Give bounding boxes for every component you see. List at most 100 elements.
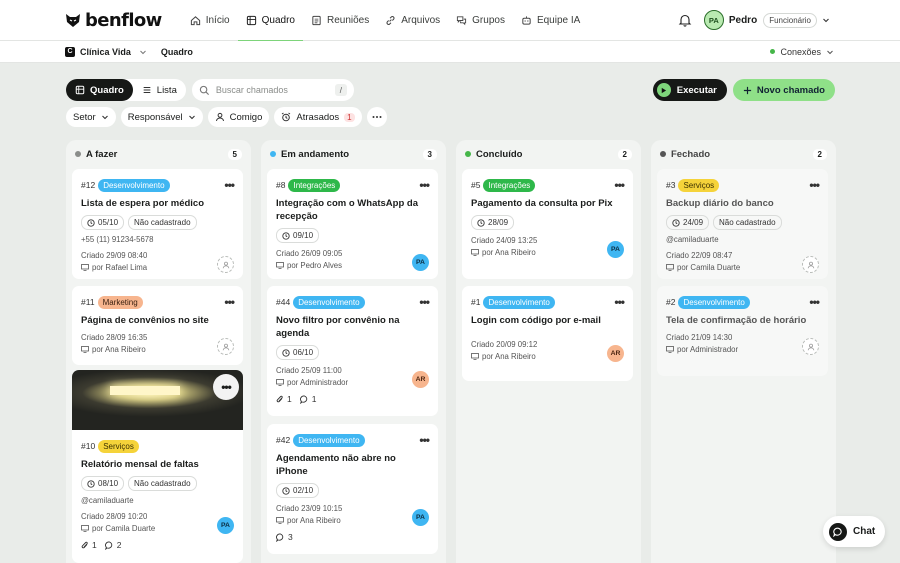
user-area: PA Pedro Funcionário xyxy=(678,10,830,30)
ticket-card-1[interactable]: #1 Desenvolvimento ••• Login com código … xyxy=(462,286,633,381)
created-by: por Ana Ribeiro xyxy=(482,352,536,361)
due-date-chip[interactable]: 24/09 xyxy=(666,215,710,230)
assignee-avatar[interactable]: AR xyxy=(607,345,624,362)
ticket-title: Novo filtro por convênio na agenda xyxy=(276,315,400,339)
contact-status-chip: Não cadastrado xyxy=(128,215,197,230)
assignee-avatar[interactable]: PA xyxy=(217,517,234,534)
card-menu-button[interactable]: ••• xyxy=(614,295,625,309)
nav-equipe-ia[interactable]: Equipe IA xyxy=(513,0,588,41)
ticket-id: #5 xyxy=(471,180,481,190)
user-name[interactable]: Pedro xyxy=(729,15,757,26)
created-by: por Camila Duarte xyxy=(92,524,156,533)
nav-reunioes[interactable]: Reuniões xyxy=(303,0,377,41)
due-date-chip[interactable]: 28/09 xyxy=(471,215,515,230)
due-date-chip[interactable]: 08/10 xyxy=(81,476,125,491)
column-dot xyxy=(660,151,666,157)
chevron-down-icon[interactable] xyxy=(822,16,830,24)
new-ticket-label: Novo chamado xyxy=(756,84,825,96)
search-input[interactable]: Buscar chamados / xyxy=(191,79,354,101)
ticket-id: #12 xyxy=(81,180,96,190)
comments-count[interactable]: 3 xyxy=(276,532,293,542)
ticket-card-8[interactable]: #8 Integrações ••• Integração com o What… xyxy=(267,169,438,279)
filter-owner[interactable]: Responsável xyxy=(120,107,203,127)
ticket-card-5[interactable]: #5 Integrações ••• Pagamento da consulta… xyxy=(462,169,633,279)
filter-late[interactable]: Atrasados 1 xyxy=(274,107,362,127)
due-date-chip[interactable]: 09/10 xyxy=(276,228,320,243)
execute-button[interactable]: Executar xyxy=(652,79,727,101)
due-date: 08/10 xyxy=(98,479,119,488)
ticket-card-42[interactable]: #42 Desenvolvimento ••• Agendamento não … xyxy=(267,424,438,554)
card-menu-button[interactable]: ••• xyxy=(809,178,820,192)
assign-user-button[interactable] xyxy=(802,256,819,273)
ticket-card-44[interactable]: #44 Desenvolvimento ••• Novo filtro por … xyxy=(267,286,438,416)
created-by: por Pedro Alves xyxy=(287,261,343,270)
assignee-avatar[interactable]: AR xyxy=(412,371,429,388)
assignee-avatar[interactable]: PA xyxy=(412,254,429,271)
clock-icon xyxy=(672,218,680,227)
ticket-id: #44 xyxy=(276,297,291,307)
category-tag: Desenvolvimento xyxy=(98,178,170,192)
due-date-chip[interactable]: 06/10 xyxy=(276,345,320,360)
ticket-card-2[interactable]: #2 Desenvolvimento ••• Tela de confirmaç… xyxy=(657,286,828,376)
card-menu-button[interactable]: ••• xyxy=(224,295,235,309)
comments-count[interactable]: 2 xyxy=(104,540,122,550)
card-menu-button[interactable]: ••• xyxy=(614,178,625,192)
user-avatar[interactable]: PA xyxy=(703,10,724,30)
ticket-title: Backup diário do banco xyxy=(666,198,774,209)
chat-button[interactable]: Chat xyxy=(823,516,885,547)
column-in-progress: Em andamento 3 #8 Integrações ••• Integr… xyxy=(261,140,446,563)
filter-bar: Setor Responsável Comigo Atrasados 1 xyxy=(66,107,387,127)
bell-icon[interactable] xyxy=(678,13,692,27)
assign-user-button[interactable] xyxy=(217,338,234,355)
assignee-avatar[interactable]: PA xyxy=(607,241,624,258)
contact-status-chip: Não cadastrado xyxy=(128,476,197,491)
ticket-title: Lista de espera por médico xyxy=(81,198,205,209)
card-menu-button[interactable]: ••• xyxy=(224,178,235,192)
nav-arquivos[interactable]: Arquivos xyxy=(377,0,448,41)
new-ticket-button[interactable]: Novo chamado xyxy=(732,79,835,101)
due-date: 24/09 xyxy=(683,218,704,227)
attachments-count[interactable]: 1 xyxy=(276,394,292,404)
more-filters-button[interactable] xyxy=(366,107,387,127)
filter-sector[interactable]: Setor xyxy=(66,107,116,127)
brand-name: benflow xyxy=(85,9,162,31)
user-icon xyxy=(215,112,224,122)
view-list-label: Lista xyxy=(156,84,177,96)
filter-mine[interactable]: Comigo xyxy=(207,107,270,127)
ticket-card-3[interactable]: #3 Serviços ••• Backup diário do banco 2… xyxy=(657,169,828,279)
due-date-chip[interactable]: 05/10 xyxy=(81,215,125,230)
brand-logo[interactable]: benflow xyxy=(65,10,162,31)
card-menu-button[interactable]: ••• xyxy=(809,295,820,309)
ticket-card-12[interactable]: #12 Desenvolvimento ••• Lista de espera … xyxy=(72,169,243,279)
board-toolbar: Quadro Lista Buscar chamados / Executar … xyxy=(66,79,835,101)
view-board-button[interactable]: Quadro xyxy=(66,79,133,101)
created-at: Criado 23/09 10:15 xyxy=(276,504,343,513)
assign-user-button[interactable] xyxy=(802,338,819,355)
board-icon xyxy=(246,15,256,25)
ticket-card-10[interactable]: ••• #10 Serviços Relatório mensal de fal… xyxy=(72,370,243,563)
nav-quadro[interactable]: Quadro xyxy=(237,0,304,42)
card-menu-button[interactable]: ••• xyxy=(419,433,430,447)
comments-count[interactable]: 1 xyxy=(299,394,316,404)
view-list-button[interactable]: Lista xyxy=(133,79,186,101)
card-menu-button[interactable]: ••• xyxy=(419,178,430,192)
card-menu-button[interactable]: ••• xyxy=(213,374,239,400)
nav-inicio[interactable]: Início xyxy=(182,0,238,41)
search-icon xyxy=(199,85,209,95)
attachments-count[interactable]: 1 xyxy=(81,540,97,550)
plus-icon xyxy=(743,86,751,94)
column-title: Concluído xyxy=(476,148,523,160)
attachments-number: 1 xyxy=(92,540,97,550)
card-menu-button[interactable]: ••• xyxy=(419,295,430,309)
nav-grupos[interactable]: Grupos xyxy=(448,0,513,41)
assignee-avatar[interactable]: PA xyxy=(412,509,429,526)
assign-user-button[interactable] xyxy=(217,256,234,273)
ticket-card-11[interactable]: #11 Marketing ••• Página de convênios no… xyxy=(72,286,243,365)
created-at: Criado 20/09 09:12 xyxy=(471,340,538,349)
comments-number: 2 xyxy=(116,540,122,550)
column-title: Fechado xyxy=(671,148,711,160)
connections-menu[interactable]: Conexões xyxy=(770,47,834,57)
filter-label: Comigo xyxy=(229,111,263,123)
due-date-chip[interactable]: 02/10 xyxy=(276,483,320,498)
workspace-selector[interactable]: C Clínica Vida xyxy=(65,46,147,57)
